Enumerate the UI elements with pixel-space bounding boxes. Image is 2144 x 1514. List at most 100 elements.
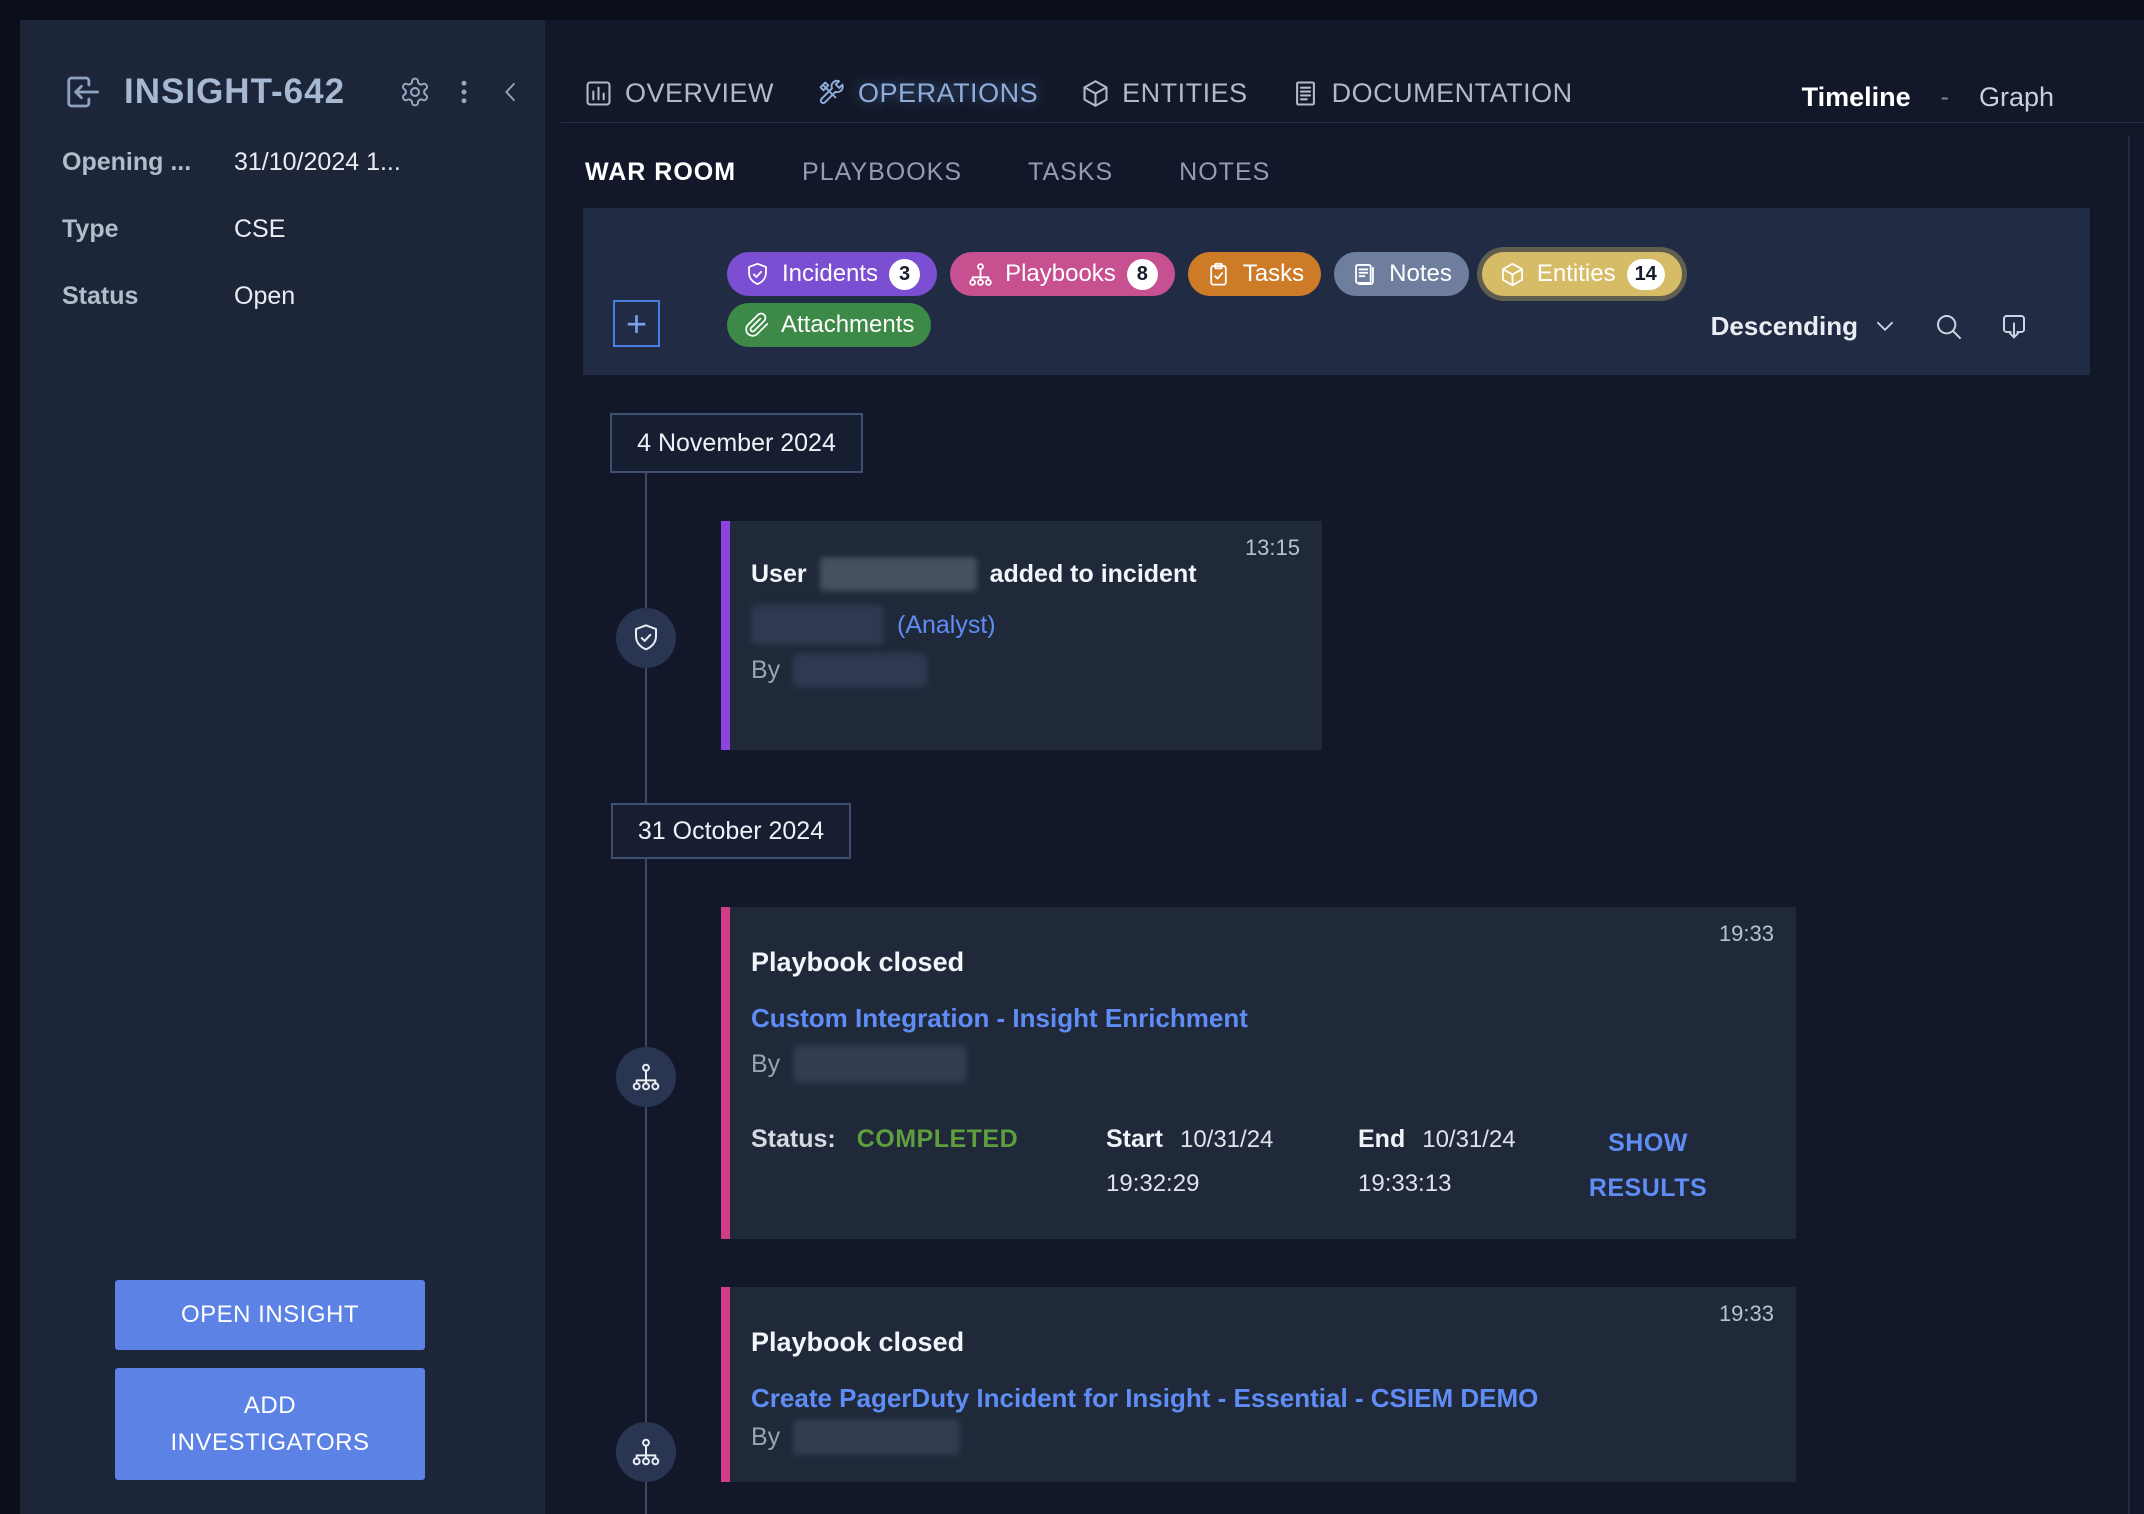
field-label: Status (62, 282, 234, 311)
event-by-line: By (751, 653, 927, 687)
kebab-menu-icon[interactable] (449, 77, 479, 107)
sort-controls: Descending (1711, 304, 2030, 348)
subtab-tasks[interactable]: TASKS (1028, 158, 1113, 187)
analyst-role-link[interactable]: (Analyst) (897, 611, 996, 640)
filter-pill-attachments[interactable]: Attachments (727, 303, 931, 347)
collapse-sidebar-icon[interactable] (497, 76, 525, 108)
sort-order-dropdown[interactable]: Descending (1711, 311, 1898, 342)
event-by-line: By (751, 1045, 967, 1083)
playbook-event-title: Playbook closed (751, 947, 964, 978)
event-time: 19:33 (1719, 1301, 1774, 1327)
filter-panel: + Incidents 3 (583, 208, 2090, 375)
timeline-node-workflow-icon (616, 1047, 676, 1107)
field-label: Type (62, 215, 234, 244)
pill-label: Incidents (782, 260, 878, 288)
pill-count-badge: 8 (1127, 259, 1158, 290)
tab-entities[interactable]: ENTITIES (1080, 78, 1248, 109)
timeline-date: 31 October 2024 (638, 817, 824, 846)
search-icon[interactable] (1932, 310, 1964, 342)
exit-insight-icon[interactable] (60, 71, 102, 113)
pill-label: Notes (1389, 260, 1452, 288)
status-value: COMPLETED (857, 1125, 1018, 1153)
insight-fields: Opening ... 31/10/2024 1... Type CSE Sta… (62, 148, 515, 349)
pill-label: Entities (1537, 260, 1616, 288)
nav-divider (561, 122, 2144, 123)
field-value: CSE (234, 215, 285, 244)
subtab-playbooks[interactable]: PLAYBOOKS (802, 158, 962, 187)
view-toggle: Timeline - Graph (1802, 82, 2054, 113)
filter-pill-incidents[interactable]: Incidents 3 (727, 252, 937, 296)
cube-icon (1499, 261, 1526, 288)
toggle-graph[interactable]: Graph (1979, 82, 2054, 113)
playbook-name-link[interactable]: Create PagerDuty Incident for Insight - … (751, 1383, 1538, 1414)
tab-label: OPERATIONS (858, 78, 1038, 109)
filter-pill-notes[interactable]: Notes (1334, 252, 1469, 296)
filter-pill-playbooks[interactable]: Playbooks 8 (950, 252, 1175, 296)
download-icon[interactable] (1998, 310, 2030, 342)
pill-count-badge: 3 (889, 259, 920, 290)
paperclip-icon (744, 312, 770, 338)
event-card-playbook-closed-1: 19:33 Playbook closed Custom Integration… (721, 907, 1796, 1239)
open-insight-button[interactable]: OPEN INSIGHT (115, 1280, 425, 1350)
event-text-line-2: (Analyst) (751, 605, 996, 645)
filter-pill-entities[interactable]: Entities 14 (1482, 252, 1682, 296)
field-opening-date: Opening ... 31/10/2024 1... (62, 148, 515, 177)
start-label: Start (1106, 1125, 1163, 1154)
show-results-link[interactable]: SHOW RESULTS (1573, 1121, 1723, 1211)
add-investigators-button[interactable]: ADD INVESTIGATORS (115, 1368, 425, 1480)
toggle-separator: - (1941, 83, 1949, 112)
toggle-timeline[interactable]: Timeline (1802, 82, 1911, 113)
timeline-date-badge: 31 October 2024 (611, 803, 851, 859)
by-label: By (751, 1050, 780, 1079)
by-label: By (751, 656, 780, 685)
playbook-end-block: End 10/31/24 19:33:13 (1358, 1125, 1516, 1198)
insight-sidebar: INSIGHT-642 Opening ... 31 (20, 20, 545, 1514)
event-accent-bar (721, 521, 730, 750)
tab-operations[interactable]: OPERATIONS (816, 78, 1038, 109)
playbook-event-title: Playbook closed (751, 1327, 964, 1358)
chevron-down-icon (1872, 313, 1898, 339)
end-date: 10/31/24 (1422, 1126, 1515, 1154)
playbook-name-link[interactable]: Custom Integration - Insight Enrichment (751, 1003, 1248, 1034)
event-card-user-added: 13:15 User added to incident (Analyst) B… (721, 521, 1322, 750)
filter-pills-row-2: Attachments (727, 303, 931, 347)
filter-pill-tasks[interactable]: Tasks (1188, 252, 1321, 296)
tab-label: OVERVIEW (625, 78, 774, 109)
operations-main: OVERVIEW OPERATIONS ENTI (545, 20, 2144, 1514)
playbook-start-block: Start 10/31/24 19:32:29 (1106, 1125, 1273, 1198)
event-time: 19:33 (1719, 921, 1774, 947)
notebook-icon (1351, 261, 1378, 288)
sidebar-actions: OPEN INSIGHT ADD INVESTIGATORS (115, 1280, 425, 1480)
settings-gear-icon[interactable] (399, 76, 431, 108)
pill-label: Playbooks (1005, 260, 1116, 288)
event-text-line-1: User added to incident (751, 557, 1197, 591)
playbook-status: Status: COMPLETED (751, 1125, 1018, 1154)
field-value: Open (234, 282, 295, 311)
end-time: 19:33:13 (1358, 1170, 1516, 1198)
start-time: 19:32:29 (1106, 1170, 1273, 1198)
event-text-prefix: User (751, 560, 807, 589)
event-accent-bar (721, 1287, 730, 1482)
timeline-node-shield-check-icon (616, 608, 676, 668)
end-label: End (1358, 1125, 1405, 1154)
tab-overview[interactable]: OVERVIEW (583, 78, 774, 109)
field-label: Opening ... (62, 148, 234, 177)
tab-label: ENTITIES (1122, 78, 1248, 109)
tab-documentation[interactable]: DOCUMENTATION (1290, 78, 1573, 109)
pill-label: Attachments (781, 311, 914, 339)
subtab-war-room[interactable]: WAR ROOM (585, 158, 736, 187)
cube-icon (1080, 78, 1111, 109)
field-status: Status Open (62, 282, 515, 311)
top-nav: OVERVIEW OPERATIONS ENTI (583, 68, 1573, 118)
timeline-scrollbar[interactable] (2128, 136, 2130, 1514)
start-date: 10/31/24 (1180, 1126, 1273, 1154)
workflow-icon (967, 261, 994, 288)
pill-count-badge: 14 (1627, 259, 1665, 290)
timeline-date-badge: 4 November 2024 (610, 413, 863, 473)
subtab-notes[interactable]: NOTES (1179, 158, 1270, 187)
redacted-username (820, 557, 977, 591)
add-filter-button[interactable]: + (613, 300, 660, 347)
filter-pills-row: Incidents 3 Playbooks 8 (727, 252, 1682, 296)
pill-label: Tasks (1243, 260, 1304, 288)
tab-label: DOCUMENTATION (1332, 78, 1573, 109)
